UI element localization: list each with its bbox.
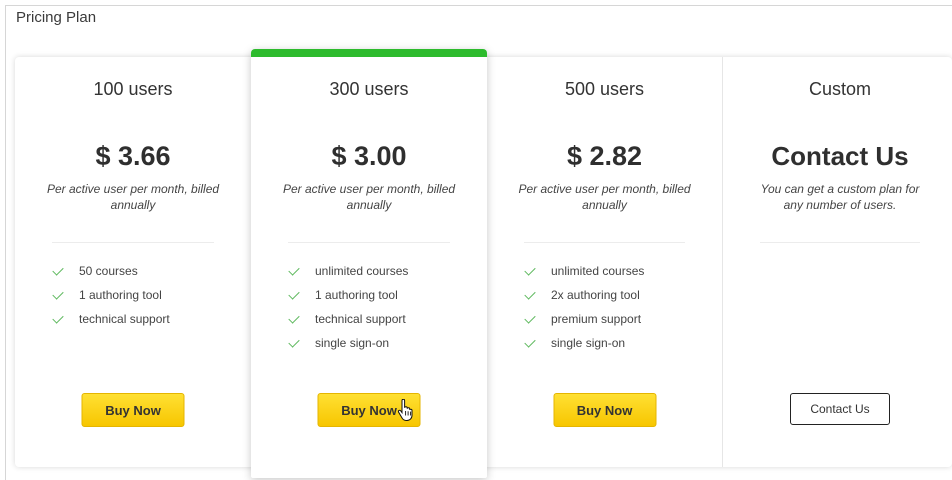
check-icon xyxy=(52,312,64,324)
feature-item: single sign-on xyxy=(288,334,477,358)
plan-note: Per active user per month, billed annual… xyxy=(282,182,456,212)
plan-divider xyxy=(524,242,685,243)
plan-note: You can get a custom plan for any number… xyxy=(760,182,920,212)
check-icon xyxy=(52,264,64,276)
plan-card-custom: Custom Contact Us You can get a custom p… xyxy=(722,57,952,467)
plan-name: 100 users xyxy=(93,79,173,99)
plan-price: $ 3.66 xyxy=(95,141,171,171)
feature-item: 2x authoring tool xyxy=(524,286,712,310)
check-icon xyxy=(524,312,536,324)
feature-list: 50 courses 1 authoring tool technical su… xyxy=(52,262,241,334)
plan-divider xyxy=(52,242,214,243)
plan-divider xyxy=(288,242,450,243)
check-icon xyxy=(524,288,536,300)
plan-divider xyxy=(760,242,920,243)
buy-now-button[interactable]: Buy Now xyxy=(81,393,185,427)
check-icon xyxy=(524,264,536,276)
check-icon xyxy=(288,312,300,324)
check-icon xyxy=(288,336,300,348)
feature-list: unlimited courses 2x authoring tool prem… xyxy=(524,262,712,358)
plan-name: 500 users xyxy=(564,79,645,99)
plan-price: Contact Us xyxy=(771,141,909,171)
plan-name: 300 users xyxy=(329,79,409,99)
plan-note: Per active user per month, billed annual… xyxy=(46,182,220,212)
feature-item: single sign-on xyxy=(524,334,712,358)
feature-item: technical support xyxy=(52,310,241,334)
plan-price: $ 3.00 xyxy=(331,141,407,171)
check-icon xyxy=(288,264,300,276)
plan-card-500-users: 500 users $ 2.82 Per active user per mon… xyxy=(487,57,722,467)
check-icon xyxy=(52,288,64,300)
feature-list: unlimited courses 1 authoring tool techn… xyxy=(288,262,477,358)
feature-item: 1 authoring tool xyxy=(52,286,241,310)
hand-pointer-icon xyxy=(397,399,413,421)
feature-item: 50 courses xyxy=(52,262,241,286)
check-icon xyxy=(288,288,300,300)
feature-item: 1 authoring tool xyxy=(288,286,477,310)
feature-item: unlimited courses xyxy=(524,262,712,286)
plan-note: Per active user per month, billed annual… xyxy=(518,182,691,212)
plan-price: $ 2.82 xyxy=(566,141,643,171)
feature-item: premium support xyxy=(524,310,712,334)
feature-item: technical support xyxy=(288,310,477,334)
feature-item: unlimited courses xyxy=(288,262,477,286)
page-title: Pricing Plan xyxy=(16,9,97,26)
featured-accent-bar xyxy=(251,49,487,57)
plan-card-300-users: 300 users $ 3.00 Per active user per mon… xyxy=(251,49,487,478)
buy-now-button[interactable]: Buy Now xyxy=(553,393,656,427)
plan-name: Custom xyxy=(808,79,871,99)
plan-card-100-users: 100 users $ 3.66 Per active user per mon… xyxy=(15,57,251,467)
contact-us-button[interactable]: Contact Us xyxy=(790,393,890,425)
check-icon xyxy=(524,336,536,348)
